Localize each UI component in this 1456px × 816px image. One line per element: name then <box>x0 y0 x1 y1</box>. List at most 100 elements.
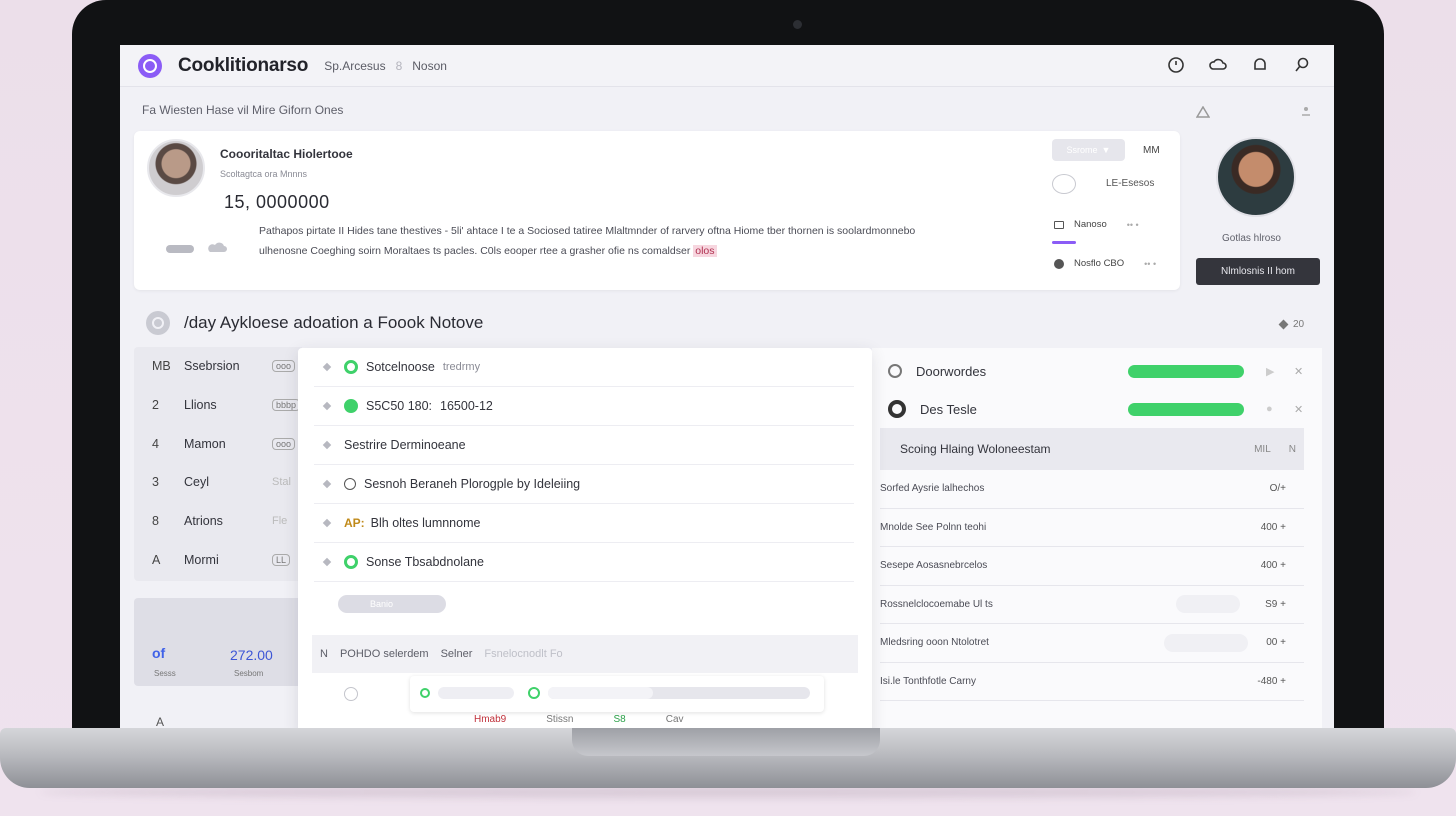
avatar[interactable] <box>147 139 205 197</box>
toggle[interactable] <box>1164 633 1248 652</box>
middle-panel: Sotcelnoose tredrmy S5C50 180: 16500-12 … <box>298 348 872 735</box>
list-item[interactable]: A Mormi LL <box>134 540 302 579</box>
drag-handle-icon[interactable] <box>322 518 332 528</box>
list-item-label: Sonse Tbsabdnolane <box>366 555 484 569</box>
download-row[interactable]: Doorwordes ▶ ✕ <box>888 352 1308 390</box>
user-avatar[interactable] <box>1216 137 1296 217</box>
drag-handle-icon[interactable] <box>322 401 332 411</box>
profile-item-label: Nanoso <box>1074 219 1107 230</box>
more-icon[interactable]: •• • <box>1144 259 1156 269</box>
list-item-label: Sotcelnoose <box>366 360 435 374</box>
chevron-down-icon: ▼ <box>1101 145 1111 155</box>
list-item-label: Mormi <box>184 552 219 567</box>
list-item[interactable]: Sotcelnoose tredrmy <box>314 348 854 387</box>
control-label: Hmab9 <box>474 714 507 725</box>
footer-label[interactable]: Fsnelocnodlt Fo <box>484 648 562 660</box>
list-item[interactable]: 2 Llions bbbp <box>134 386 302 425</box>
status-dot-icon <box>344 399 358 413</box>
table-row[interactable]: Mnolde See Polnn teohi 400 + <box>880 509 1304 547</box>
top-nav: Sp.Arcesus 8 Noson <box>324 59 447 73</box>
list-item[interactable]: Sonse Tbsabdnolane <box>314 543 854 582</box>
toggle-circle[interactable] <box>1052 174 1076 194</box>
cloud-icon[interactable] <box>1208 55 1228 75</box>
app-logo-icon[interactable] <box>138 53 162 78</box>
stats-label: Sesbom <box>234 669 264 678</box>
list-item[interactable]: 8 Atrions Fle <box>134 502 302 541</box>
list-item[interactable]: AP: Blh oltes lumnnome <box>314 504 854 543</box>
table-row-value: O/+ <box>1269 483 1286 495</box>
drag-handle-icon[interactable] <box>322 362 332 372</box>
profile-handle: Scoltagtca ora Mnnns <box>220 169 308 179</box>
drag-handle-icon[interactable] <box>322 479 332 489</box>
list-item[interactable]: MB Ssebrsion ooo <box>134 347 302 386</box>
filter-pill[interactable]: Banio <box>338 595 446 613</box>
list-item-label: Mamon <box>184 436 226 451</box>
table-row-value: 00 + <box>1266 637 1286 649</box>
bell-icon[interactable] <box>1250 55 1270 75</box>
play-icon[interactable]: ▶ <box>1266 365 1274 378</box>
table-row-value: -480 + <box>1257 675 1286 687</box>
profile-item-label: Nosflo CBO <box>1074 258 1125 269</box>
top-bar: Cooklitionarso Sp.Arcesus 8 Noson <box>120 45 1334 87</box>
list-item-tag: ooo <box>272 437 296 450</box>
list-item[interactable]: S5C50 180: 16500-12 <box>314 387 854 426</box>
list-item[interactable]: 4 Mamon ooo <box>134 424 302 463</box>
list-item[interactable]: Sesnoh Beraneh Plorogple by Ideleiing <box>314 465 854 504</box>
settings-icon[interactable]: ● <box>1266 403 1273 415</box>
list-item-number: MB <box>152 359 171 374</box>
profile-action-button[interactable]: Ssrome ▼ <box>1052 139 1125 161</box>
description-highlight[interactable]: olos <box>693 245 717 257</box>
close-icon[interactable]: ✕ <box>1294 403 1303 416</box>
drag-handle-icon[interactable] <box>322 557 332 567</box>
profile-item[interactable]: Nanoso •• • <box>1054 219 1139 230</box>
control-bar <box>410 676 824 712</box>
table-row[interactable]: Sorfed Aysrie lalhechos O/+ <box>880 470 1304 509</box>
profile-item[interactable]: Nosflo CBO •• • <box>1054 258 1156 269</box>
user-action-button[interactable]: Nlmlosnis II hom <box>1196 258 1320 285</box>
status-ring-icon <box>888 400 906 418</box>
search-icon[interactable] <box>1292 55 1312 75</box>
drag-handle-icon[interactable] <box>322 440 332 450</box>
table-row[interactable]: Rossnelclocoemabe Ul ts S9 + <box>880 586 1304 624</box>
table-meta-label: MIL <box>1254 443 1271 455</box>
list-item-label: Atrions <box>184 514 223 529</box>
list-item-tag: bbbp <box>272 399 301 412</box>
table-row-label: Isi.le Tonthfotle Carny <box>880 675 976 687</box>
table-row[interactable]: Mledsring ooon Ntolotret 00 + <box>880 624 1304 663</box>
section-title: /day Aykloese adoation a Foook Notove <box>184 313 484 332</box>
description-text: ulhenosne Coeghing soirn Moraltaes ts pa… <box>259 245 691 257</box>
warning-icon[interactable] <box>1196 106 1210 118</box>
list-item-label: Ceyl <box>184 475 210 490</box>
clock-icon[interactable] <box>1166 55 1186 75</box>
profile-description-line-1: Pathapos pirtate II Hides tane thestives… <box>259 225 916 237</box>
menu-icon[interactable]: N <box>320 648 328 660</box>
close-icon[interactable]: ✕ <box>1294 365 1303 378</box>
footer-label[interactable]: Selner <box>441 648 473 660</box>
download-row[interactable]: Des Tesle ● ✕ <box>888 390 1308 428</box>
status-dot-icon <box>344 360 358 374</box>
table-row[interactable]: Sesepe Aosasnebrcelos 400 + <box>880 547 1304 586</box>
radio-button[interactable] <box>344 687 358 701</box>
progress-bar <box>1128 364 1244 378</box>
slider-track[interactable] <box>438 687 514 699</box>
list-item[interactable]: 3 Ceyl Stal <box>134 463 302 502</box>
nav-item-count[interactable]: 8 <box>396 59 403 73</box>
table-row-value: 400 + <box>1260 560 1286 572</box>
footer-label[interactable]: POHDO selerdem <box>340 648 429 660</box>
toggle-dot-icon[interactable] <box>528 687 540 699</box>
nav-item-access[interactable]: Sp.Arcesus <box>324 59 385 73</box>
list-item-label: S5C50 180: <box>366 399 433 413</box>
nav-item-noson[interactable]: Noson <box>412 59 447 73</box>
toggle-dot-icon[interactable] <box>420 688 430 698</box>
top-icons <box>1166 55 1312 75</box>
progress-track[interactable] <box>548 687 810 699</box>
control-label: Stissn <box>546 714 574 725</box>
table-header: Scoing Hlaing Woloneestam MIL N <box>880 428 1304 470</box>
left-list: MB Ssebrsion ooo 2 Llions bbbp 4 Mamon ooo 3 Ce… <box>134 347 302 581</box>
list-item[interactable]: Sestrire Derminoeane <box>314 426 854 465</box>
toggle[interactable] <box>1176 595 1240 614</box>
table-row[interactable]: Isi.le Tonthfotle Carny -480 + <box>880 663 1304 701</box>
more-icon[interactable]: •• • <box>1127 220 1139 230</box>
download-label: Doorwordes <box>916 363 987 379</box>
pin-icon[interactable] <box>1300 105 1312 119</box>
